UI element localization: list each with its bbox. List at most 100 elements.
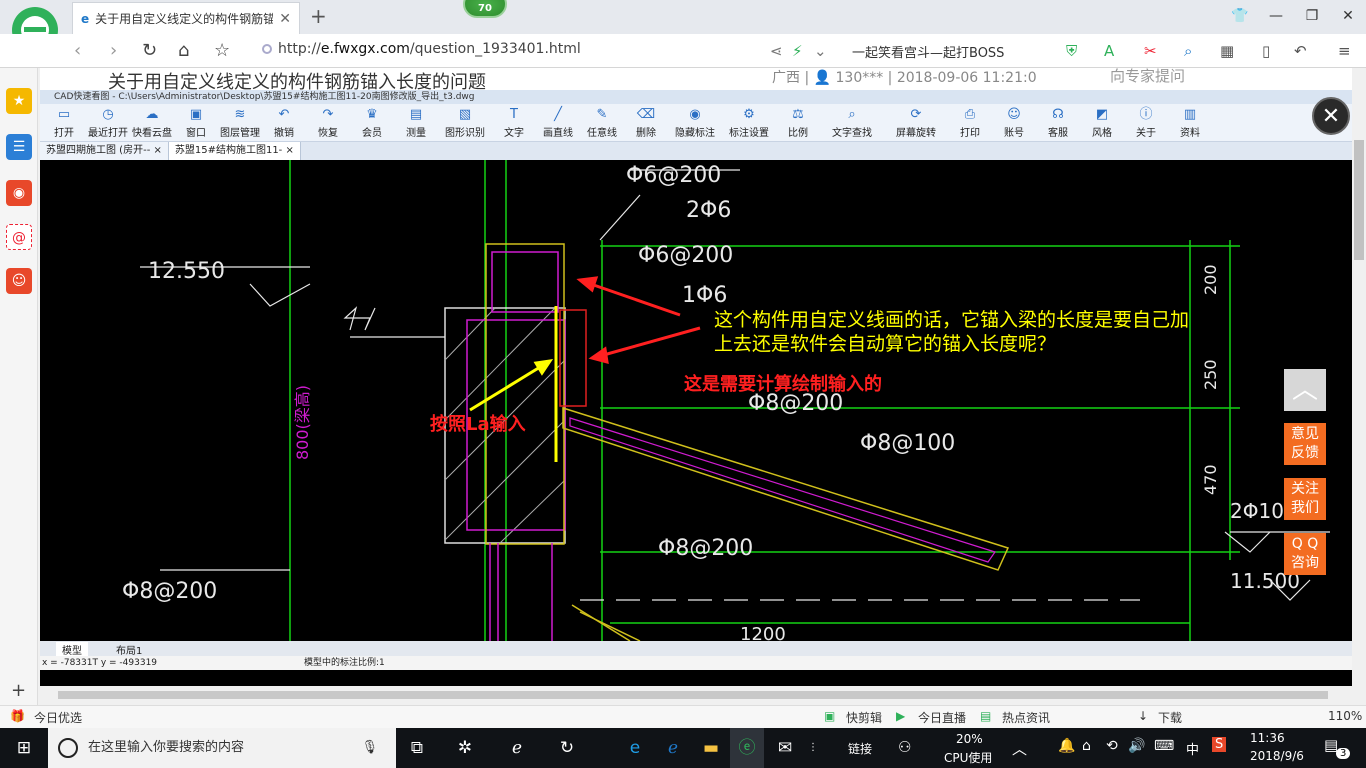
apps-icon[interactable]: ▦ (1220, 42, 1234, 60)
cad-tool-clock[interactable]: ◷ 最近打开 (86, 104, 130, 142)
cad-tool-printer[interactable]: ⎙ 打印 (948, 104, 992, 142)
layout-tab-layout1[interactable]: 布局1 (110, 642, 148, 657)
shield-icon[interactable]: ⛨ (1066, 42, 1077, 60)
cad-drawing[interactable]: Φ6@200 2Φ6 Φ6@200 1Φ6 12.550 Φ8@200 Φ8@1… (40, 160, 1352, 641)
ask-expert-link[interactable]: 向专家提问 (1110, 65, 1185, 86)
app-ie-icon[interactable]: ℯ (656, 728, 690, 768)
refresh-icon[interactable]: ↻ (142, 40, 157, 61)
share-icon[interactable]: ⋖ (770, 42, 783, 60)
chevron-up-icon[interactable]: ︿ (1012, 738, 1027, 759)
ime-indicator[interactable]: 中 (1186, 739, 1199, 758)
new-tab-button[interactable]: + (310, 4, 327, 28)
taskbar-search-box[interactable]: 在这里输入你要搜索的内容 🎙 (48, 728, 396, 768)
browser-tab[interactable]: e 关于用自定义线定义的构件钢筋锚 ✕ (72, 2, 300, 34)
zoom-level[interactable]: 110% (1328, 709, 1362, 723)
app-edge-icon[interactable]: e (618, 728, 652, 768)
weibo-icon[interactable]: ◉ (6, 180, 32, 206)
translate-icon[interactable]: A (1104, 42, 1114, 60)
qq-button[interactable]: Q Q 咨询 (1284, 533, 1326, 575)
cad-tool-undo[interactable]: ↶ 撤销 (262, 104, 306, 142)
status-item-news[interactable]: 热点资讯 (1002, 709, 1050, 726)
game-icon[interactable]: ☺ (6, 268, 32, 294)
score-badge[interactable]: 70 (463, 0, 507, 18)
cad-tool-redo[interactable]: ↷ 恢复 (306, 104, 350, 142)
task-view-icon[interactable]: ⧉ (400, 728, 434, 768)
cad-close-icon[interactable]: ✕ (1312, 97, 1350, 135)
app-mail-icon[interactable]: ✉ (768, 728, 802, 768)
cad-tool-layers[interactable]: ≋ 图层管理 (218, 104, 262, 142)
gift-icon[interactable]: 🎁 (10, 709, 25, 723)
minimize-button[interactable]: — (1258, 0, 1294, 32)
app-browser-e-icon[interactable]: ℯ (500, 728, 534, 768)
cad-tool-shape[interactable]: ▧ 图形识别 (438, 104, 492, 142)
app-fan-icon[interactable]: ✲ (448, 728, 482, 768)
cad-tool-find[interactable]: ⌕ 文字查找 (820, 104, 884, 142)
link-label[interactable]: 链接 (848, 740, 872, 757)
cad-tool-scale[interactable]: ⚖ 比例 (776, 104, 820, 142)
cad-tool-info[interactable]: ⓘ 关于 (1124, 104, 1168, 142)
cad-tool-headset[interactable]: ☊ 客服 (1036, 104, 1080, 142)
app-swirl-icon[interactable]: ↻ (550, 728, 584, 768)
cad-tool-ruler[interactable]: ▤ 测量 (394, 104, 438, 142)
back-icon[interactable]: ‹ (74, 40, 81, 61)
clock-time[interactable]: 11:36 (1250, 731, 1285, 745)
cad-tool-cloud[interactable]: ☁ 快看云盘 (130, 104, 174, 142)
cad-tab-2[interactable]: 苏盟15#结构施工图11- × (168, 142, 301, 160)
cad-tab-1[interactable]: 苏盟四期施工图 (房开-- × (40, 142, 169, 160)
microphone-icon[interactable]: 🎙 (361, 728, 378, 768)
news-ticker[interactable]: 一起笑看宫斗—起打BOSS (852, 42, 1004, 61)
favorites-icon[interactable]: ★ (6, 88, 32, 114)
cad-tool-rotate[interactable]: ⟳ 屏幕旋转 (884, 104, 948, 142)
email-icon[interactable]: @ (6, 224, 32, 250)
cad-tool-eraser[interactable]: ⌫ 删除 (624, 104, 668, 142)
cad-tool-pen[interactable]: ✎ 任意线 (580, 104, 624, 142)
chevron-down-icon[interactable]: ⌄ (814, 42, 827, 60)
today-picks-link[interactable]: 今日优选 (34, 709, 82, 726)
star-icon[interactable]: ☆ (214, 40, 230, 61)
app-2345-icon[interactable]: ⓔ (730, 728, 764, 768)
layout-tab-model[interactable]: 模型 (56, 642, 88, 657)
app-explorer-icon[interactable]: ▬ (694, 728, 728, 768)
home-icon[interactable]: ⌂ (178, 40, 189, 61)
vertical-scroll-thumb[interactable] (1354, 140, 1364, 260)
horizontal-scroll-thumb[interactable] (58, 691, 1328, 699)
tab-close-icon[interactable]: ✕ (279, 11, 291, 27)
url-field[interactable]: http://e.fwxgx.com/question_1933401.html (262, 41, 581, 57)
undo-icon[interactable]: ↶ (1294, 42, 1307, 60)
clock-date[interactable]: 2018/9/6 (1250, 749, 1304, 763)
cad-tool-user[interactable]: ☺ 账号 (992, 104, 1036, 142)
back-to-top-button[interactable]: ︿ (1284, 369, 1326, 411)
feedback-button[interactable]: 意见 反馈 (1284, 423, 1326, 465)
cad-tool-text[interactable]: T 文字 (492, 104, 536, 142)
add-icon[interactable]: + (11, 680, 26, 701)
lightning-icon[interactable]: ⚡ (792, 42, 803, 60)
restore-button[interactable]: ❐ (1294, 0, 1330, 32)
status-item-live[interactable]: 今日直播 (918, 709, 966, 726)
cad-tool-window[interactable]: ▣ 窗口 (174, 104, 218, 142)
shirt-icon[interactable]: 👕 (1222, 0, 1258, 32)
taskbar-overflow-icon[interactable]: ⋮ (806, 728, 820, 768)
list-icon[interactable]: ☰ (6, 134, 32, 160)
people-icon[interactable]: ⚇ (898, 738, 911, 756)
network-icon[interactable]: ⌂ (1082, 738, 1091, 754)
scissors-icon[interactable]: ✂ (1144, 42, 1157, 60)
cad-tool-line[interactable]: ╱ 画直线 (536, 104, 580, 142)
search-icon[interactable]: ⌕ (1184, 42, 1192, 60)
cad-tool-style[interactable]: ◩ 风格 (1080, 104, 1124, 142)
status-item-clip[interactable]: 快剪辑 (846, 709, 882, 726)
volume-icon[interactable]: 🔊 (1128, 738, 1145, 754)
keyboard-icon[interactable]: ⌨ (1154, 738, 1174, 754)
sogou-icon[interactable]: S (1212, 737, 1227, 752)
follow-button[interactable]: 关注 我们 (1284, 478, 1326, 520)
menu-icon[interactable]: ≡ (1338, 42, 1351, 60)
sync-icon[interactable]: ⟲ (1106, 738, 1118, 754)
cad-tool-settings[interactable]: ⚙ 标注设置 (722, 104, 776, 142)
status-item-download[interactable]: 下载 (1158, 709, 1182, 726)
cad-tool-doc[interactable]: ▥ 资料 (1168, 104, 1212, 142)
forward-icon[interactable]: › (110, 40, 117, 61)
cad-tool-folder[interactable]: ▭ 打开 (42, 104, 86, 142)
phone-icon[interactable]: ▯ (1262, 42, 1270, 60)
close-button[interactable]: ✕ (1330, 0, 1366, 32)
windows-start-icon[interactable]: ⊞ (0, 728, 48, 768)
cad-tool-eye[interactable]: ◉ 隐藏标注 (668, 104, 722, 142)
